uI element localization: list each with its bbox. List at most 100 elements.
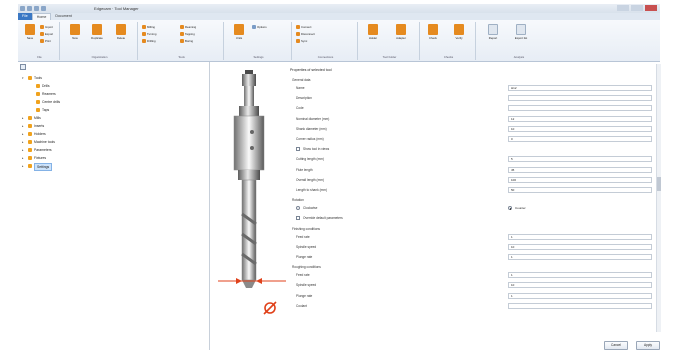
folder-icon xyxy=(28,164,32,168)
property-label: Description xyxy=(296,96,312,101)
tool-shank-upper xyxy=(244,86,254,106)
new-button[interactable]: New xyxy=(66,24,84,40)
property-input[interactable]: 12 xyxy=(508,115,652,122)
expand-icon[interactable]: ▸ xyxy=(22,148,24,152)
minimize-button[interactable] xyxy=(617,5,629,11)
delete-icon xyxy=(116,24,126,35)
holder-screw-top xyxy=(250,130,254,134)
property-label: Shank diameter (mm) xyxy=(296,126,327,131)
radio-counter[interactable] xyxy=(508,206,512,211)
tree-item-label: Inserts xyxy=(34,124,45,128)
quick-access-toolbar[interactable] xyxy=(20,6,46,11)
tree-item-label: Reamers xyxy=(42,92,56,96)
property-input[interactable]: 50 xyxy=(508,187,652,193)
close-button[interactable] xyxy=(645,5,657,11)
property-input[interactable]: 10 xyxy=(508,125,652,132)
tree-item[interactable]: ▸ Fixtures xyxy=(20,154,206,162)
drilling-button[interactable]: Drilling xyxy=(142,38,156,44)
expand-icon[interactable]: ▸ xyxy=(22,124,24,128)
boring-button[interactable]: Boring xyxy=(180,38,193,44)
expand-icon[interactable]: ▸ xyxy=(22,116,24,120)
tree-item[interactable]: Drills xyxy=(20,82,206,90)
property-input[interactable]: H12 xyxy=(508,85,652,91)
property-label: Spindle speed xyxy=(296,244,317,249)
property-checkbox[interactable] xyxy=(296,147,300,152)
expand-icon[interactable]: ▸ xyxy=(22,140,24,144)
save-icon xyxy=(25,24,35,35)
property-input[interactable] xyxy=(508,95,652,102)
report-icon xyxy=(488,24,498,35)
scrollbar-thumb[interactable] xyxy=(657,177,661,191)
disconnect-button[interactable]: Disconnect xyxy=(296,31,315,37)
export-list-icon xyxy=(516,24,526,35)
properties-scrollbar[interactable] xyxy=(656,64,661,332)
maximize-button[interactable] xyxy=(631,5,643,11)
tool-tree: ▾ Tools Drills Reamers Centre drills Taps ▸ Mil… xyxy=(20,74,206,171)
print-button[interactable]: Print xyxy=(40,38,51,44)
property-row: Plunge rate 1 xyxy=(288,253,654,261)
property-label: Finishing conditions xyxy=(292,226,320,231)
property-row: Clockwise Counter xyxy=(288,204,654,212)
milling-button[interactable]: Milling xyxy=(142,24,155,30)
property-input[interactable]: 0 xyxy=(508,136,652,142)
check-button[interactable]: Check xyxy=(424,24,442,40)
sync-button[interactable]: Sync xyxy=(296,38,307,44)
expand-icon[interactable]: ▸ xyxy=(22,132,24,136)
cancel-button[interactable]: Cancel xyxy=(604,341,628,350)
export-button[interactable]: Export xyxy=(40,31,53,37)
apply-button[interactable]: Apply xyxy=(636,341,660,350)
folder-icon xyxy=(28,76,32,80)
property-input[interactable]: 1 xyxy=(508,292,652,299)
expand-icon[interactable]: ▸ xyxy=(22,164,24,168)
property-input[interactable]: 100 xyxy=(508,176,652,183)
tree-item[interactable]: ▸ Mills xyxy=(20,114,206,122)
report-button[interactable]: Report xyxy=(484,24,502,40)
turning-button[interactable]: Turning xyxy=(142,31,156,37)
property-row: Shank diameter (mm) 10 xyxy=(288,125,654,133)
property-input[interactable] xyxy=(508,105,652,112)
adapter-button[interactable]: Adapter xyxy=(392,24,410,40)
tree-item[interactable]: ▸ Settings xyxy=(20,162,206,171)
folder-icon xyxy=(28,124,32,128)
tree-item[interactable]: ▸ Inserts xyxy=(20,122,206,130)
tab-file[interactable]: File xyxy=(18,13,32,20)
tree-item[interactable]: ▸ Parameters xyxy=(20,146,206,154)
tab-document[interactable]: Document xyxy=(51,13,75,20)
reaming-button[interactable]: Reaming xyxy=(180,24,196,30)
property-input[interactable]: 10 xyxy=(508,243,652,250)
delete-button[interactable]: Delete xyxy=(112,24,130,40)
radio-clockwise[interactable] xyxy=(296,206,300,211)
panel-toggle-icon[interactable] xyxy=(20,64,26,70)
units-button[interactable]: Units xyxy=(230,24,248,40)
property-checkbox[interactable] xyxy=(296,216,300,221)
tree-item[interactable]: ▸ Machine tools xyxy=(20,138,206,146)
tab-home[interactable]: Home xyxy=(31,13,52,20)
import-button[interactable]: Import xyxy=(40,24,53,30)
tree-item[interactable]: Taps xyxy=(20,106,206,114)
property-input[interactable]: 10 xyxy=(508,282,652,289)
holder-button[interactable]: Holder xyxy=(364,24,382,40)
save-button[interactable]: Save xyxy=(21,24,39,40)
property-input[interactable]: 45 xyxy=(508,166,652,173)
tree-item-label: Drills xyxy=(42,84,50,88)
tapping-button[interactable]: Tapping xyxy=(180,31,195,37)
tree-item[interactable]: Reamers xyxy=(20,90,206,98)
property-input[interactable]: 1 xyxy=(508,254,652,260)
tree-item[interactable]: ▸ Holders xyxy=(20,130,206,138)
verify-button[interactable]: Verify xyxy=(450,24,468,40)
tree-item-label: Centre drills xyxy=(42,100,61,104)
export-list-button[interactable]: Export list xyxy=(512,24,530,40)
tree-item[interactable]: ▾ Tools xyxy=(20,74,206,82)
expand-icon[interactable]: ▸ xyxy=(22,156,24,160)
duplicate-button[interactable]: Duplicate xyxy=(88,24,106,40)
property-input[interactable]: 1 xyxy=(508,272,652,279)
collapse-icon[interactable]: ▾ xyxy=(22,76,24,80)
property-input[interactable]: 5 xyxy=(508,156,652,163)
connect-button[interactable]: Connect xyxy=(296,24,311,30)
property-input[interactable]: 1 xyxy=(508,233,652,240)
property-input[interactable] xyxy=(508,302,652,309)
tree-item[interactable]: Centre drills xyxy=(20,98,206,106)
units-icon xyxy=(234,24,244,35)
property-row: Feed rate 1 xyxy=(288,233,654,241)
options-button[interactable]: Options xyxy=(252,24,267,30)
